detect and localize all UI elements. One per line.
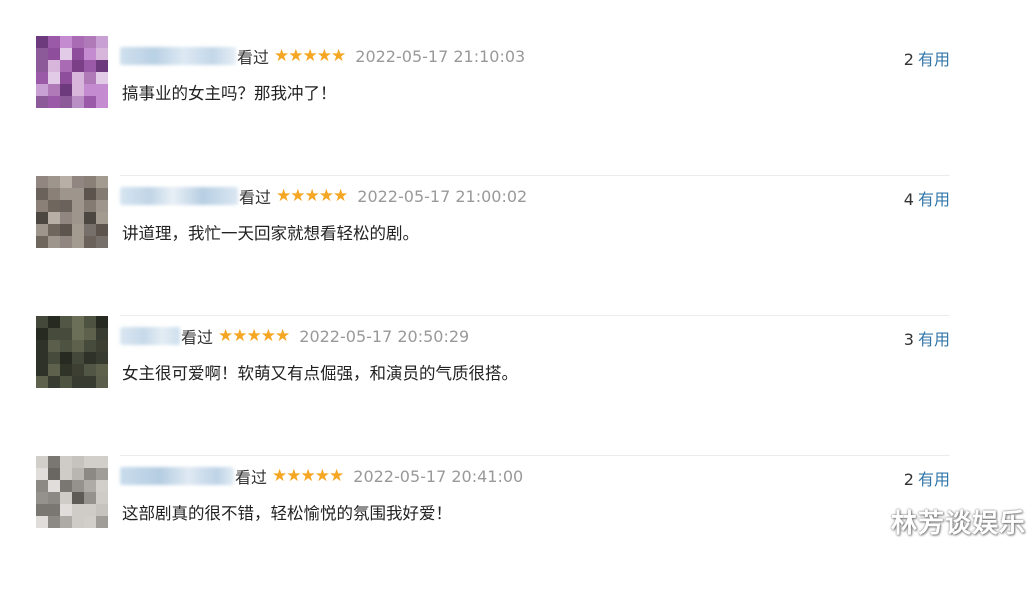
star-icon: ★ <box>302 45 318 66</box>
star-icon: ★ <box>318 185 334 206</box>
rating-stars: ★ ★ ★ ★ ★ <box>276 185 348 206</box>
useful-vote: 4 有用 <box>904 186 950 210</box>
star-icon: ★ <box>218 325 233 346</box>
watched-label: 看过 <box>237 48 270 67</box>
avatar[interactable] <box>36 176 108 248</box>
useful-count: 2 <box>903 50 914 69</box>
star-icon: ★ <box>272 465 287 486</box>
star-icon: ★ <box>329 465 344 486</box>
comment-time: 2022-05-17 21:10:03 <box>355 46 526 66</box>
comment-text: 这部剧真的很不错，轻松愉悦的氛围我好爱！ <box>122 504 452 523</box>
star-icon: ★ <box>314 465 330 486</box>
rating-stars: ★ ★ ★ ★ ★ <box>218 325 290 346</box>
watermark: 林芳谈娱乐 <box>890 509 1026 539</box>
star-icon: ★ <box>276 185 291 206</box>
rating-stars: ★ ★ ★ ★ ★ <box>274 45 346 66</box>
comment-meta: 看过 ★ ★ ★ ★ ★ 2022-05-17 21:00:02 <box>120 185 527 207</box>
useful-vote: 2 有用 <box>904 466 950 490</box>
star-icon: ★ <box>331 45 346 66</box>
comment-meta: 看过 ★ ★ ★ ★ ★ 2022-05-17 20:41:00 <box>120 465 523 487</box>
comment-time: 2022-05-17 20:50:29 <box>299 326 470 346</box>
useful-count: 4 <box>903 190 914 209</box>
star-icon: ★ <box>300 465 316 486</box>
comment-text: 女主很可爱啊！软萌又有点倔强，和演员的气质很搭。 <box>122 364 518 383</box>
star-icon: ★ <box>274 45 289 66</box>
comment-item: 看过 ★ ★ ★ ★ ★ 2022-05-17 21:10:03 2 有用 搞事业的女主吗… <box>36 36 950 176</box>
avatar[interactable] <box>36 316 108 388</box>
useful-vote: 2 有用 <box>904 46 950 70</box>
useful-count: 3 <box>903 330 914 349</box>
useful-button[interactable]: 有用 <box>918 190 950 209</box>
star-icon: ★ <box>232 325 247 346</box>
comment-text: 讲道理，我忙一天回家就想看轻松的剧。 <box>122 224 419 243</box>
useful-count: 2 <box>903 470 914 489</box>
watched-label: 看过 <box>181 328 214 347</box>
useful-button[interactable]: 有用 <box>918 50 950 69</box>
comment-meta: 看过 ★ ★ ★ ★ ★ 2022-05-17 21:10:03 <box>120 45 525 67</box>
comment-item: 看过 ★ ★ ★ ★ ★ 2022-05-17 20:50:29 3 有用 女主很可爱啊！… <box>36 316 950 456</box>
comment-item: 看过 ★ ★ ★ ★ ★ 2022-05-17 20:41:00 2 有用 这部剧真的很不… <box>36 456 950 596</box>
avatar[interactable] <box>36 36 108 108</box>
username-blurred[interactable] <box>120 467 234 485</box>
watched-label: 看过 <box>239 188 272 207</box>
star-icon: ★ <box>275 325 290 346</box>
star-icon: ★ <box>288 45 303 66</box>
star-icon: ★ <box>260 325 276 346</box>
comment-item: 看过 ★ ★ ★ ★ ★ 2022-05-17 21:00:02 4 有用 讲道理，我忙一… <box>36 176 950 316</box>
avatar[interactable] <box>36 456 108 528</box>
username-blurred[interactable] <box>120 327 180 345</box>
watched-label: 看过 <box>235 468 268 487</box>
star-icon: ★ <box>286 465 301 486</box>
username-blurred[interactable] <box>120 47 236 65</box>
comment-time: 2022-05-17 21:00:02 <box>357 186 528 206</box>
star-icon: ★ <box>316 45 332 66</box>
useful-button[interactable]: 有用 <box>918 330 950 349</box>
star-icon: ★ <box>246 325 262 346</box>
star-icon: ★ <box>333 185 348 206</box>
useful-button[interactable]: 有用 <box>918 470 950 489</box>
star-icon: ★ <box>290 185 305 206</box>
comment-time: 2022-05-17 20:41:00 <box>353 466 524 486</box>
comment-text: 搞事业的女主吗？那我冲了！ <box>122 84 337 103</box>
star-icon: ★ <box>304 185 320 206</box>
useful-vote: 3 有用 <box>904 326 950 350</box>
comment-meta: 看过 ★ ★ ★ ★ ★ 2022-05-17 20:50:29 <box>120 325 469 347</box>
username-blurred[interactable] <box>120 187 238 205</box>
rating-stars: ★ ★ ★ ★ ★ <box>272 465 344 486</box>
